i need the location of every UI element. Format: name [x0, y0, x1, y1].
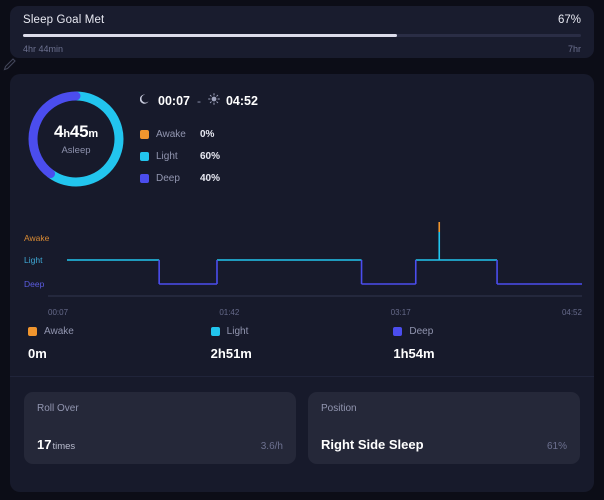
asleep-hours: 4: [54, 122, 64, 141]
goal-title: Sleep Goal Met: [23, 14, 105, 26]
stage-total-value: 1h54m: [393, 346, 435, 361]
sleep-detail-screen: Sleep Goal Met 67% 4hr 44min 7hr 4h45m A…: [0, 0, 604, 500]
asleep-label: Asleep: [61, 145, 91, 156]
stage-total-swatch-deep: [393, 327, 403, 336]
stage-total-header: Awake: [28, 326, 211, 337]
edit-pencil-icon[interactable]: [2, 56, 18, 72]
legend-swatch-deep: [140, 173, 149, 183]
metric-card-title: Roll Over: [37, 403, 79, 414]
stage-total: Light 2h51m: [210, 326, 394, 361]
sun-icon: [208, 92, 220, 110]
sleep-detail-card: 4h45m Asleep 00:07 - 04:52 Awake 0% Ligh…: [10, 74, 594, 492]
stage-total-swatch-awake: [28, 327, 37, 336]
hypnogram-y-label: Deep: [24, 279, 45, 289]
legend-label: Deep: [156, 172, 180, 184]
legend-value: 40%: [200, 172, 221, 184]
legend-item: Light 60%: [140, 145, 258, 167]
goal-target: 7hr: [567, 44, 581, 54]
metric-card-value: 17times: [37, 437, 75, 452]
goal-actual: 4hr 44min: [23, 44, 64, 54]
metric-card-main: Right Side Sleep: [321, 437, 424, 452]
sleep-side-info: 00:07 - 04:52 Awake 0% Light 60% Deep 40…: [139, 92, 258, 189]
section-divider: [10, 376, 594, 377]
moon-icon: [139, 92, 152, 110]
hypnogram-x-tick: 04:52: [561, 308, 582, 317]
goal-progress-track: [23, 34, 581, 37]
goal-header: Sleep Goal Met 67%: [23, 14, 581, 26]
goal-percent: 67%: [557, 14, 581, 26]
metric-cards: Roll Over 17times 3.6/h Position Right Side …: [24, 392, 580, 464]
goal-progress-fill: [23, 34, 397, 37]
stage-total-header: Light: [210, 326, 394, 337]
legend-swatch-awake: [140, 129, 149, 139]
hypnogram-x-tick: 03:17: [390, 308, 411, 317]
stage-total-value: 2h51m: [210, 346, 252, 361]
metric-card-value: Right Side Sleep: [321, 437, 424, 452]
stage-total-label: Awake: [44, 326, 74, 337]
legend-value: 60%: [200, 150, 221, 162]
legend-swatch-light: [140, 151, 149, 161]
time-range-dash: -: [196, 94, 201, 108]
stage-total: Deep 1h54m: [393, 326, 576, 361]
sleep-time-range: 00:07 - 04:52: [139, 92, 258, 110]
sleep-summary: 4h45m Asleep 00:07 - 04:52 Awake 0% Ligh…: [10, 74, 594, 206]
hypnogram-chart: Awake Light Deep 00:07 01:42 03:17 04:52: [10, 212, 594, 322]
metric-card-aux: 61%: [546, 441, 567, 452]
hypnogram-x-axis: 00:07 01:42 03:17 04:52: [48, 308, 582, 317]
legend-item: Awake 0%: [140, 123, 258, 145]
stage-total-label: Deep: [409, 326, 434, 337]
metric-card-footer: 17times 3.6/h: [37, 437, 283, 452]
hypnogram-y-label: Awake: [24, 233, 50, 243]
asleep-minutes-unit: m: [88, 128, 98, 140]
asleep-minutes: 45: [69, 122, 89, 141]
metric-card-aux: 3.6/h: [260, 441, 283, 452]
legend-value: 0%: [200, 128, 215, 140]
metric-card-position[interactable]: Position Right Side Sleep 61%: [308, 392, 580, 464]
stage-total-swatch-light: [210, 327, 220, 336]
legend-label: Awake: [156, 128, 186, 140]
stage-total-value: 0m: [28, 346, 47, 361]
sleep-stage-totals: Awake 0m Light 2h51m Deep 1h54m: [10, 326, 594, 361]
donut-center-text: 4h45m Asleep: [24, 87, 128, 191]
stage-total-header: Deep: [393, 326, 576, 337]
sleep-stage-legend: Awake 0% Light 60% Deep 40%: [140, 123, 258, 189]
asleep-duration: 4h45m: [54, 122, 98, 142]
metric-card-footer: Right Side Sleep 61%: [321, 437, 567, 452]
sleep-start-time: 00:07: [158, 94, 190, 108]
hypnogram-y-label: Light: [24, 255, 43, 265]
stage-total: Awake 0m: [28, 326, 211, 361]
legend-label: Light: [156, 150, 178, 162]
metric-card-roll-over[interactable]: Roll Over 17times 3.6/h: [24, 392, 296, 464]
legend-item: Deep 40%: [140, 167, 258, 189]
sleep-stage-donut: 4h45m Asleep: [24, 87, 128, 191]
hypnogram-x-tick: 01:42: [219, 308, 240, 317]
hypnogram-x-tick: 00:07: [48, 308, 69, 317]
metric-card-main: 17: [37, 437, 52, 452]
stage-total-label: Light: [226, 326, 249, 337]
metric-card-title: Position: [321, 403, 357, 414]
sleep-goal-card: Sleep Goal Met 67% 4hr 44min 7hr: [10, 6, 594, 58]
goal-footer: 4hr 44min 7hr: [23, 44, 581, 54]
sleep-end-time: 04:52: [225, 94, 258, 108]
metric-card-unit: times: [52, 441, 76, 452]
